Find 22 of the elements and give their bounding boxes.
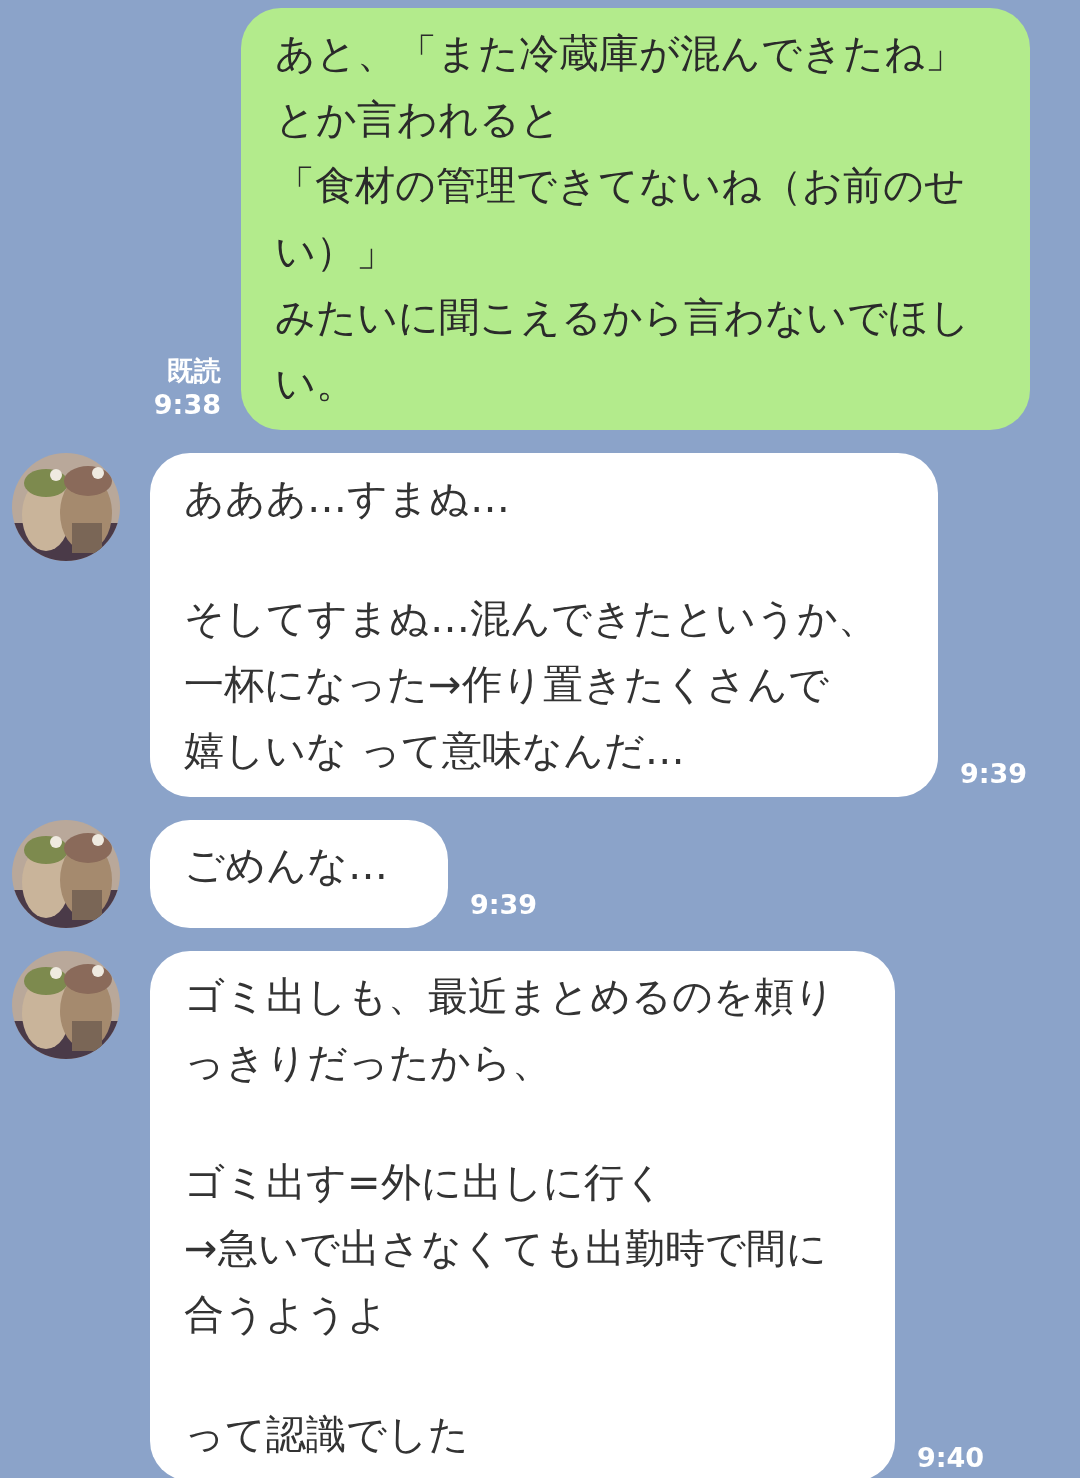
message-text: ゴミ出す=外に出しに行く: [184, 1158, 665, 1207]
message-time: 9:38: [153, 388, 221, 422]
message-time: 9:39: [470, 888, 538, 922]
message-text: 嬉しいな って意味なんだ…: [184, 726, 685, 775]
read-receipt: 既読: [167, 354, 221, 388]
message-text: ごめんな…: [184, 841, 388, 890]
message-text: い）」: [275, 227, 396, 276]
message-time: 9:40: [917, 1441, 985, 1475]
message-text: あああ…すまぬ…: [184, 474, 510, 523]
message-time: 9:39: [960, 757, 1028, 791]
message-text: あと、「また冷蔵庫が混んできたね」: [275, 29, 965, 78]
message-text: って認識でした: [184, 1410, 469, 1459]
message-text: 合うようよ: [184, 1290, 388, 1339]
message-text: 「食材の管理できてないね（お前のせ: [275, 161, 965, 210]
message-text: ゴミ出しも、最近まとめるのを頼り: [184, 972, 835, 1021]
message-text: い。: [275, 359, 356, 408]
message-text: →急いで出さなくても出勤時で間に: [184, 1224, 827, 1273]
message-text: っきりだったから、: [184, 1038, 552, 1087]
message-text: 一杯になった→作り置きたくさんで: [184, 660, 829, 709]
message-text: そしてすまぬ…混んできたというか、: [184, 594, 878, 643]
message-text: とか言われると: [275, 95, 561, 144]
message-text: みたいに聞こえるから言わないでほし: [275, 293, 970, 342]
